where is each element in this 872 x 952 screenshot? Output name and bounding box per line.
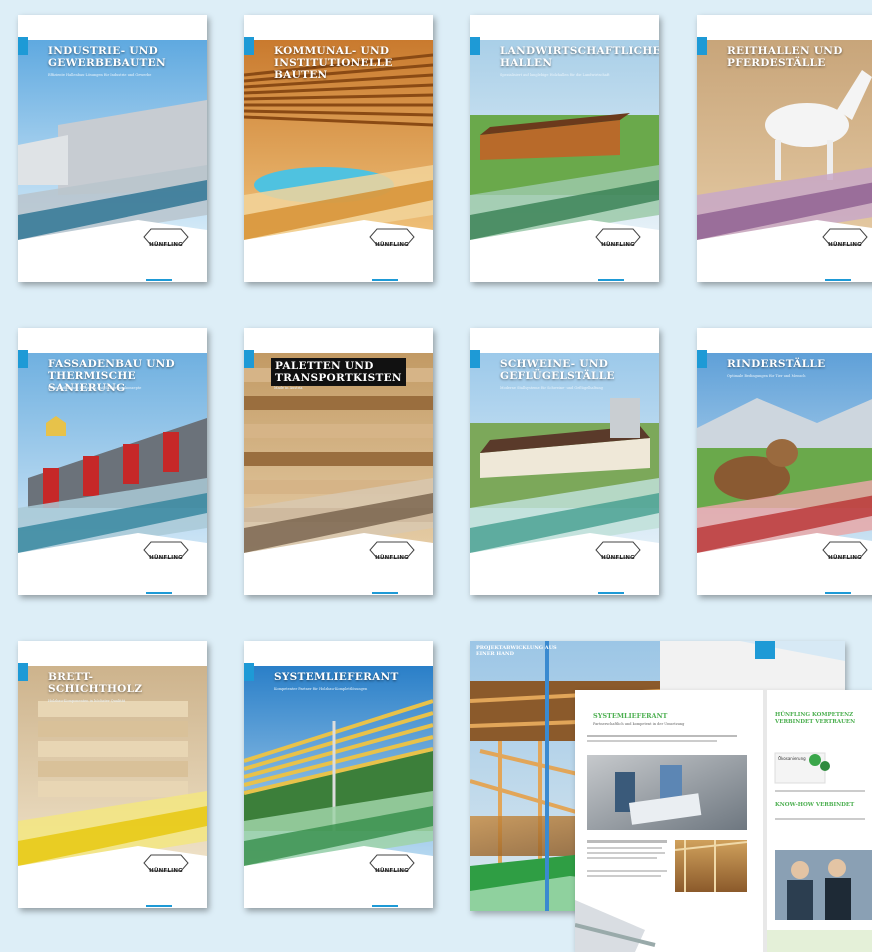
cover-title: RINDERSTÄLLE	[727, 358, 872, 370]
brand-logo: HÜNFLING	[149, 555, 183, 561]
cover-title-line1: SCHWEINE- UND	[500, 358, 609, 370]
spread-front-graphic	[575, 690, 872, 952]
cover-title: KOMMUNAL- UND INSTITUTIONELLE BAUTEN	[274, 45, 424, 81]
cover-title: INDUSTRIE- UND GEWERBEBAUTEN	[48, 45, 198, 69]
bottom-accent-bar	[146, 592, 172, 594]
cover-title: SYSTEMLIEFERANT	[274, 671, 424, 683]
cover-title: BRETT- SCHICHTHOLZ	[48, 671, 198, 695]
spread-back-title-2: EINER HAND	[476, 651, 514, 657]
accent-marker	[18, 350, 28, 368]
cover-title-line1: RINDERSTÄLLE	[727, 358, 826, 370]
brand-logo: HÜNFLING	[149, 242, 183, 248]
cover-subtitle: Made in Austria	[274, 386, 303, 390]
accent-marker	[697, 37, 707, 55]
cover-title-line2: PFERDESTÄLLE	[727, 57, 826, 69]
accent-marker	[18, 37, 28, 55]
cover-title-line2: SCHICHTHOLZ	[48, 683, 143, 695]
brochure-cover[interactable]: KOMMUNAL- UND INSTITUTIONELLE BAUTEN HÜNFL…	[244, 15, 433, 282]
spread-badge: Ökosanierung	[778, 756, 806, 761]
spread-left-heading: SYSTEMLIEFERANT	[593, 712, 668, 720]
brand-logo: HÜNFLING	[375, 868, 409, 874]
accent-marker	[244, 350, 254, 368]
bottom-accent-bar	[598, 279, 624, 281]
cover-title-line1: SYSTEMLIEFERANT	[274, 671, 399, 683]
cover-subtitle: Optimale Bedingungen für Tier und Mensch	[727, 374, 806, 378]
spread-right-heading-1: HÜNFLING KOMPETENZ	[775, 712, 854, 718]
cover-title: REITHALLEN UND PFERDESTÄLLE	[727, 45, 872, 69]
bottom-accent-bar	[598, 592, 624, 594]
cover-title-line2: INSTITUTIONELLE BAUTEN	[274, 57, 393, 81]
cover-subtitle: Kompetenter Partner für Holzbau-Komplett…	[274, 687, 368, 691]
cover-title: PALETTEN UND TRANSPORTKISTEN	[271, 358, 406, 386]
cover-title-line2: GEWERBEBAUTEN	[48, 57, 166, 69]
brochure-overview: { "brand": "HÜNFLING", "colors": {"accen…	[0, 0, 872, 952]
cover-subtitle: Moderne Stallsysteme für Schweine- und G…	[500, 386, 603, 390]
brochure-cover[interactable]: LANDWIRTSCHAFTLICHE HALLEN Spezialisiert a…	[470, 15, 659, 282]
bottom-accent-bar	[825, 592, 851, 594]
cover-subtitle: Effiziente Hallenbau-Lösungen für Indust…	[48, 73, 152, 77]
brochure-cover[interactable]: RINDERSTÄLLE Optimale Bedingungen für Tie…	[697, 328, 872, 595]
brochure-cover[interactable]: SCHWEINE- UND GEFLÜGELSTÄLLE Moderne Stall…	[470, 328, 659, 595]
cover-title: LANDWIRTSCHAFTLICHE HALLEN	[500, 45, 659, 69]
accent-marker	[470, 37, 480, 55]
cover-title-line1: LANDWIRTSCHAFTLICHE	[500, 45, 659, 57]
cover-title-line2: THERMISCHE SANIERUNG	[48, 370, 136, 394]
brochure-cover[interactable]: PALETTEN UND TRANSPORTKISTEN Made in Austr…	[244, 328, 433, 595]
brand-logo: HÜNFLING	[601, 242, 635, 248]
bottom-accent-bar	[146, 905, 172, 907]
brand-logo: HÜNFLING	[375, 555, 409, 561]
spread-left-sub: Partnerschaftlich und kompetent in der U…	[593, 722, 685, 726]
brochure-cover[interactable]: REITHALLEN UND PFERDESTÄLLE HÜNFLING	[697, 15, 872, 282]
accent-marker	[244, 663, 254, 681]
bottom-accent-bar	[146, 279, 172, 281]
bottom-accent-bar	[372, 905, 398, 907]
cover-title-line1: FASSADENBAU UND	[48, 358, 175, 370]
cover-title-line1: BRETT-	[48, 671, 94, 683]
bottom-accent-bar	[372, 279, 398, 281]
cover-subtitle: Energieeffiziente Fassaden und Sanierung…	[48, 386, 142, 390]
cover-title-line1: REITHALLEN UND	[727, 45, 843, 57]
cover-title-line2: HALLEN	[500, 57, 553, 69]
brand-logo: HÜNFLING	[149, 868, 183, 874]
cover-title-line1: PALETTEN UND	[275, 360, 374, 372]
brand-logo: HÜNFLING	[828, 555, 862, 561]
cover-title-line2: TRANSPORTKISTEN	[275, 372, 402, 384]
bottom-accent-bar	[825, 279, 851, 281]
cover-title-line2: GEFLÜGELSTÄLLE	[500, 370, 615, 382]
spread-right-heading-2: VERBINDET VERTRAUEN	[775, 719, 856, 725]
spread-right-heading: HÜNFLING KOMPETENZ VERBINDET VERTRAUEN	[775, 712, 855, 726]
brochure-cover[interactable]: INDUSTRIE- UND GEWERBEBAUTEN Effiziente Ha…	[18, 15, 207, 282]
cover-title: SCHWEINE- UND GEFLÜGELSTÄLLE	[500, 358, 650, 382]
cover-title-line1: KOMMUNAL- UND	[274, 45, 390, 57]
spread-right-section: KNOW-HOW VERBINDET	[775, 802, 855, 808]
brochure-spread-front[interactable]: SYSTEMLIEFERANT Partnerschaftlich und ko…	[575, 690, 872, 952]
cover-subtitle: Spezialisiert auf langlebige Holzhallen …	[500, 73, 610, 77]
spread-back-title: PROJEKTABWICKLUNG AUS EINER HAND	[476, 645, 557, 657]
cover-title-line1: INDUSTRIE- UND	[48, 45, 159, 57]
brochure-cover[interactable]: BRETT- SCHICHTHOLZ Holzbau-Komponenten in …	[18, 641, 207, 908]
accent-marker	[697, 350, 707, 368]
accent-marker	[244, 37, 254, 55]
brochure-cover[interactable]: SYSTEMLIEFERANT Kompetenter Partner für H…	[244, 641, 433, 908]
brand-logo: HÜNFLING	[601, 555, 635, 561]
brochure-cover[interactable]: FASSADENBAU UND THERMISCHE SANIERUNG Energ…	[18, 328, 207, 595]
cover-subtitle: Holzbau-Komponenten in höchster Qualität	[48, 699, 126, 703]
brand-logo: HÜNFLING	[375, 242, 409, 248]
bottom-accent-bar	[372, 592, 398, 594]
accent-marker	[470, 350, 480, 368]
brand-logo: HÜNFLING	[828, 242, 862, 248]
accent-marker	[18, 663, 28, 681]
